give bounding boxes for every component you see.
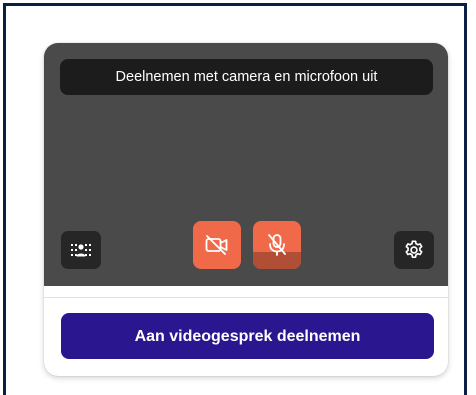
video-preview: Deelnemen met camera en microfoon uit — [44, 43, 448, 286]
gear-icon — [405, 240, 423, 258]
prejoin-card: Deelnemen met camera en microfoon uit Aa… — [44, 43, 448, 376]
background-effects-icon — [71, 244, 91, 257]
join-call-button[interactable]: Aan videogesprek deelnemen — [61, 313, 434, 359]
camera-toggle-button[interactable] — [193, 221, 241, 269]
camera-off-icon — [205, 235, 228, 255]
window-frame: Deelnemen met camera en microfoon uit Aa… — [3, 3, 467, 395]
status-banner: Deelnemen met camera en microfoon uit — [60, 59, 433, 95]
microphone-off-icon — [268, 234, 286, 256]
microphone-toggle-button[interactable] — [253, 221, 301, 269]
background-effects-button[interactable] — [61, 231, 101, 269]
settings-button[interactable] — [394, 231, 434, 269]
divider — [44, 286, 448, 298]
